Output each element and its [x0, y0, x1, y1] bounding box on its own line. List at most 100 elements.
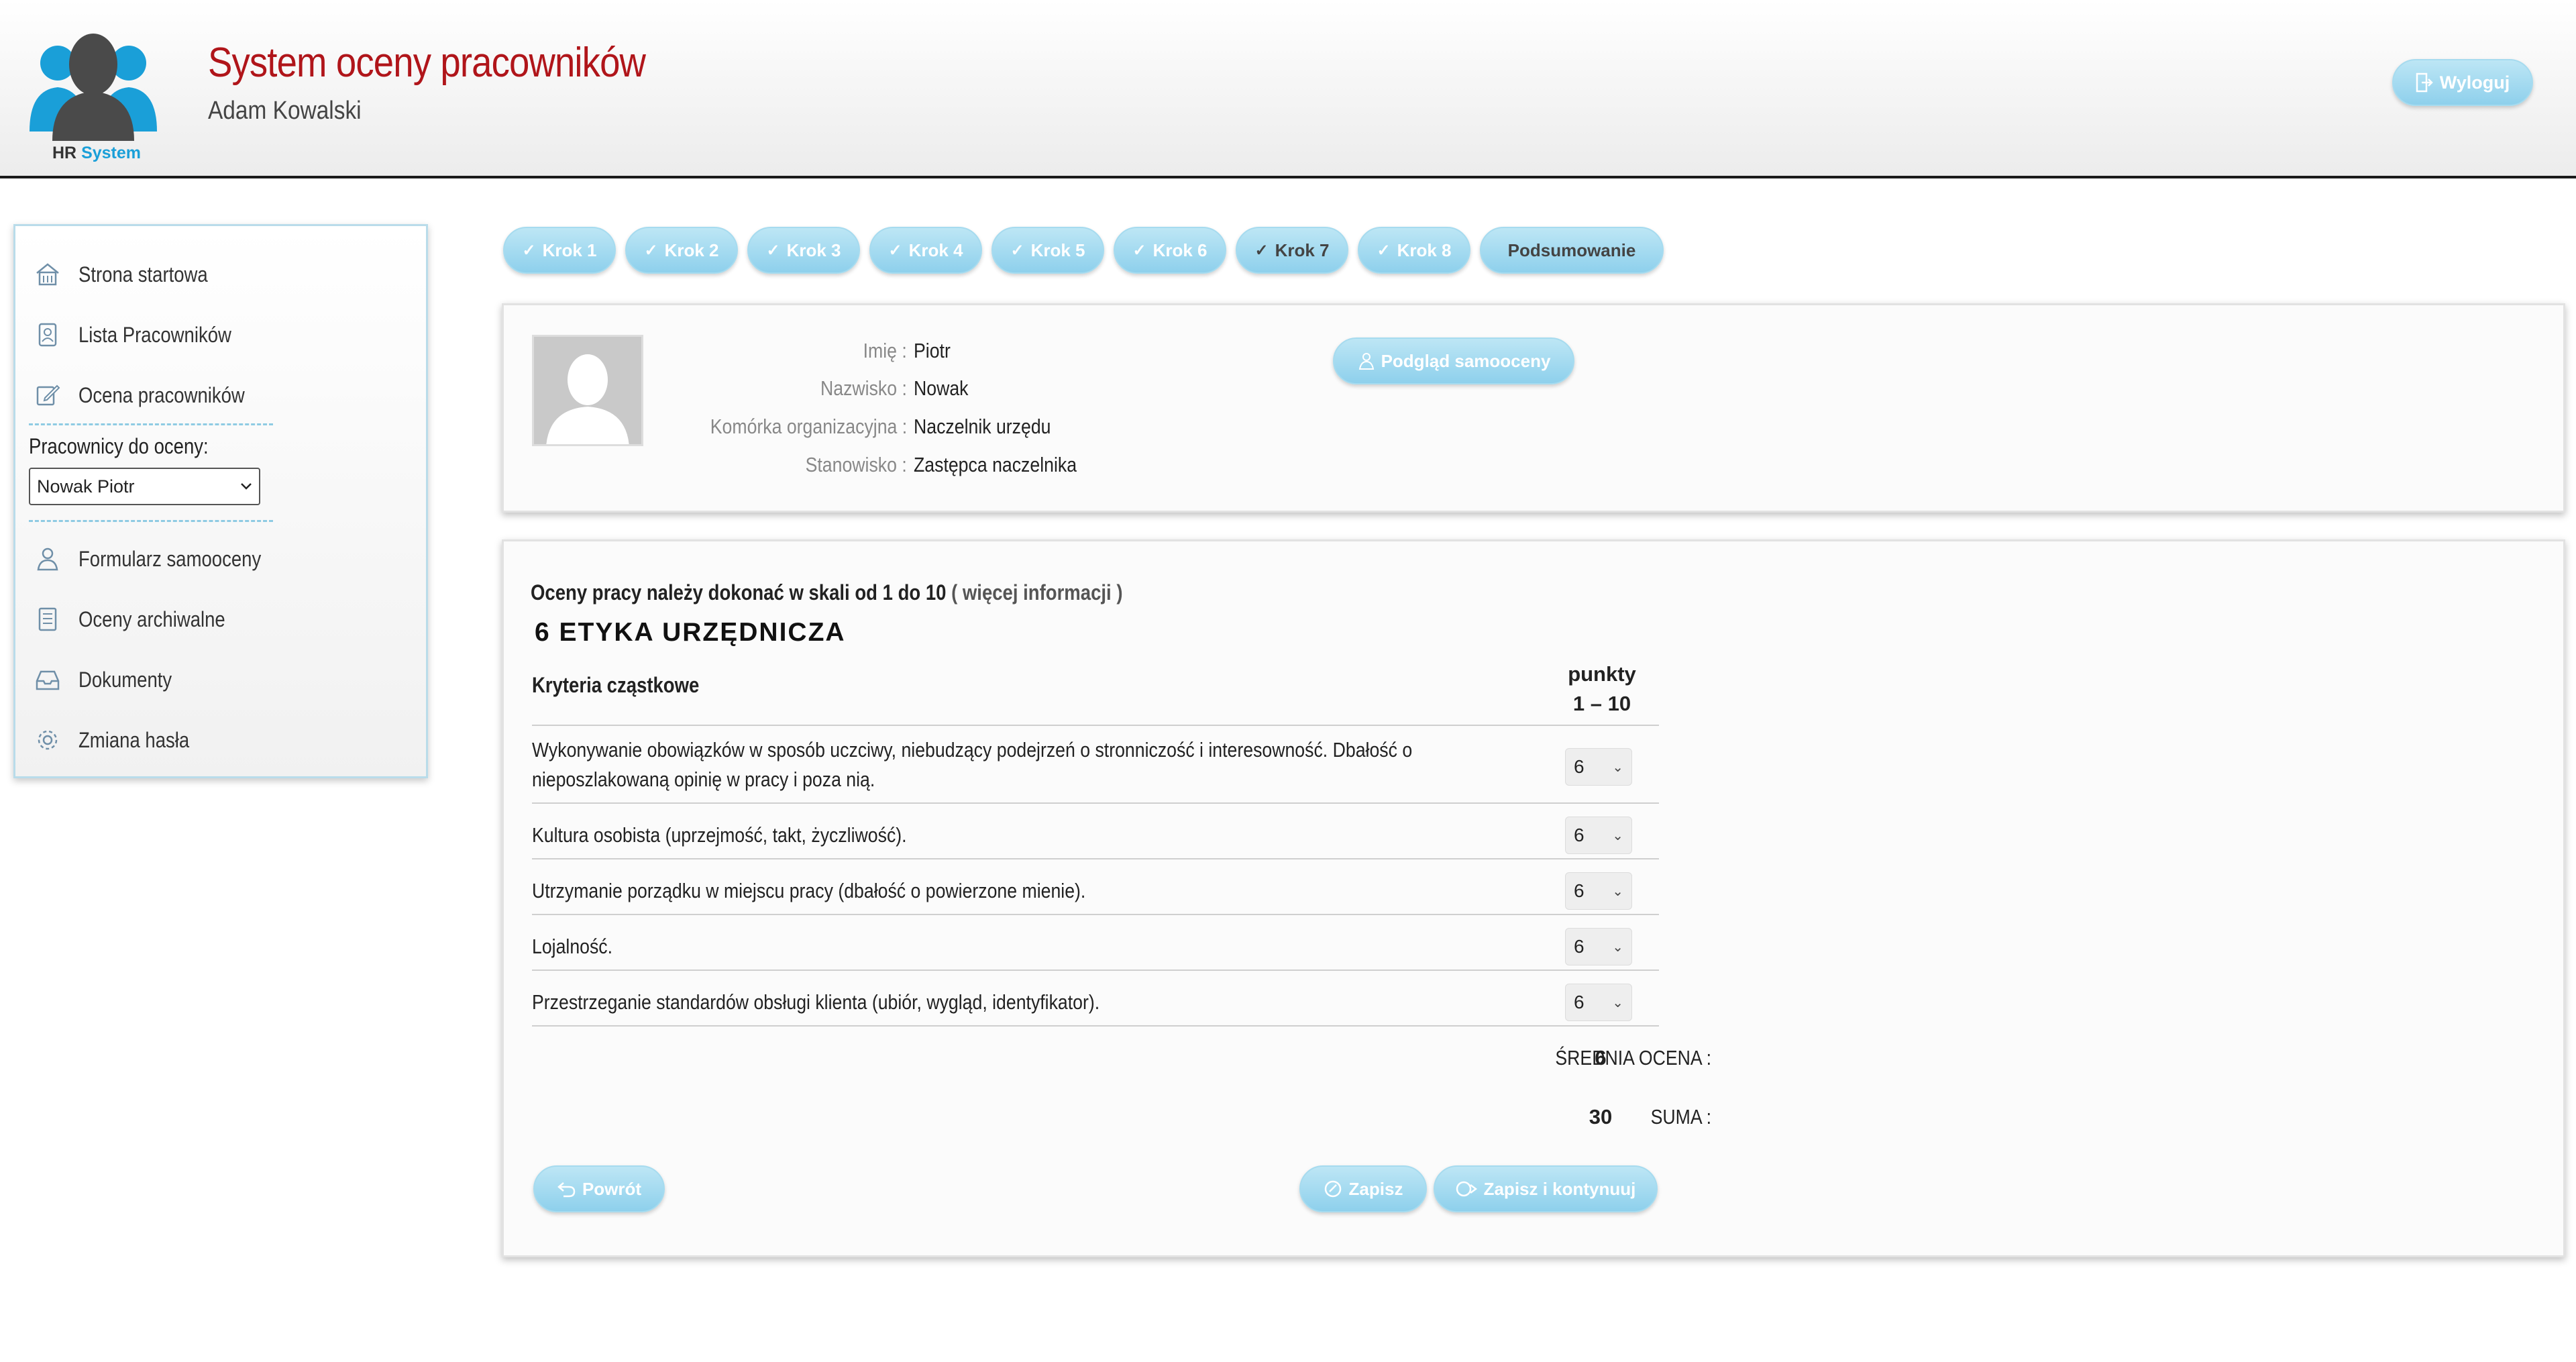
- step-label: Krok 6: [1152, 240, 1208, 260]
- department-label: Komórka organizacyjna :: [710, 415, 907, 438]
- row-divider: [532, 970, 1568, 971]
- logged-user-name: Adam Kowalski: [208, 97, 362, 125]
- employees-to-evaluate-label: Pracownicy do oceny:: [29, 434, 209, 458]
- person-icon: [37, 547, 58, 571]
- check-icon: ✓: [1377, 241, 1391, 260]
- check-icon: ✓: [1132, 241, 1146, 260]
- criterion-text: Kultura osobista (uprzejmość, takt, życz…: [532, 823, 907, 847]
- row-divider: [1544, 725, 1659, 726]
- avatar-silhouette-icon: [546, 354, 629, 444]
- score-select[interactable]: 6 ⌄: [1565, 872, 1632, 910]
- save-icon: [1324, 1180, 1341, 1198]
- score-value: 6: [1574, 756, 1585, 777]
- self-assessment-preview-button[interactable]: Podgląd samooceny: [1333, 337, 1574, 384]
- sidebar-item-label: Zmiana hasła: [78, 727, 190, 752]
- chevron-down-icon: ⌄: [1612, 939, 1623, 955]
- exit-icon: [2416, 72, 2433, 93]
- undo-icon: [557, 1182, 576, 1198]
- last-name-value: Nowak: [914, 376, 969, 400]
- divider: [29, 423, 273, 425]
- check-icon: ✓: [644, 241, 658, 260]
- last-name-label: Nazwisko :: [820, 376, 907, 400]
- score-value: 6: [1574, 880, 1585, 901]
- row-divider: [532, 1025, 1568, 1027]
- logout-label: Wyloguj: [2439, 72, 2510, 93]
- row-divider: [532, 914, 1568, 915]
- more-info-link[interactable]: ( więcej informacji ): [951, 580, 1122, 605]
- step-6-button[interactable]: ✓ Krok 6: [1114, 227, 1226, 274]
- scale-note-text: Oceny pracy należy dokonać w skali od 1 …: [531, 580, 947, 605]
- criterion-text: Lojalność.: [532, 935, 613, 958]
- employee-info-panel: Imię : Piotr Nazwisko : Nowak Komórka or…: [502, 303, 2565, 513]
- sidebar-item-label: Strona startowa: [78, 262, 208, 286]
- evaluation-panel: Oceny pracy należy dokonać w skali od 1 …: [502, 539, 2565, 1257]
- sidebar-item-archive[interactable]: Oceny archiwalne: [34, 599, 249, 639]
- save-continue-icon: [1456, 1181, 1477, 1197]
- score-value: 6: [1574, 825, 1585, 845]
- row-divider: [1544, 802, 1659, 804]
- step-label: Krok 3: [786, 240, 841, 260]
- sidebar-item-evaluation[interactable]: Ocena pracowników: [34, 375, 272, 415]
- back-label: Powrót: [582, 1178, 642, 1199]
- logo-people-icon: [30, 34, 157, 141]
- archive-icon: [38, 607, 57, 631]
- chevron-down-icon: ⌄: [1612, 828, 1623, 843]
- points-header-line1: punkty: [1568, 662, 1636, 686]
- preview-label: Podgląd samooceny: [1381, 350, 1551, 371]
- employee-select[interactable]: Nowak Piotr: [29, 468, 260, 505]
- sidebar-item-documents[interactable]: Dokumenty: [34, 660, 187, 700]
- summary-step-button[interactable]: Podsumowanie: [1480, 227, 1664, 274]
- step-label: Krok 4: [908, 240, 963, 260]
- step-3-button[interactable]: ✓ Krok 3: [747, 227, 860, 274]
- average-score-value: 6: [1595, 1046, 1607, 1069]
- points-column-header: punkty 1 – 10: [1545, 660, 1659, 719]
- back-button[interactable]: Powrót: [533, 1165, 665, 1212]
- score-select[interactable]: 6 ⌄: [1565, 817, 1632, 854]
- logout-button[interactable]: Wyloguj: [2392, 59, 2533, 106]
- score-select[interactable]: 6 ⌄: [1565, 984, 1632, 1021]
- logo-text-system: System: [81, 144, 142, 162]
- app-title: System oceny pracowników: [208, 40, 646, 86]
- divider: [29, 520, 273, 522]
- save-and-continue-button[interactable]: Zapisz i kontynuuj: [1434, 1165, 1658, 1212]
- step-5-button[interactable]: ✓ Krok 5: [991, 227, 1104, 274]
- step-label: Krok 8: [1397, 240, 1452, 260]
- step-7-button-active[interactable]: ✓ Krok 7: [1236, 227, 1348, 274]
- scale-note: Oceny pracy należy dokonać w skali od 1 …: [531, 580, 1122, 605]
- first-name-value: Piotr: [914, 339, 951, 362]
- sidebar-item-self-assessment[interactable]: Formularz samooceny: [34, 539, 291, 579]
- sidebar-item-home[interactable]: Strona startowa: [34, 254, 229, 295]
- step-8-button[interactable]: ✓ Krok 8: [1358, 227, 1470, 274]
- sidebar-item-label: Lista Pracowników: [78, 322, 231, 347]
- logo-text: HR System: [52, 144, 141, 163]
- points-header-line2: 1 – 10: [1572, 692, 1631, 715]
- score-select[interactable]: 6 ⌄: [1565, 748, 1632, 786]
- first-name-label: Imię :: [863, 339, 907, 362]
- sidebar-item-change-password[interactable]: Zmiana hasła: [34, 720, 207, 760]
- step-4-button[interactable]: ✓ Krok 4: [869, 227, 982, 274]
- logo-text-hr: HR: [52, 144, 77, 162]
- save-label: Zapisz: [1348, 1178, 1403, 1199]
- score-value: 6: [1574, 936, 1585, 957]
- score-select[interactable]: 6 ⌄: [1565, 928, 1632, 965]
- sidebar: Strona startowa Lista Pracowników Ocena …: [13, 224, 428, 778]
- sum-value: 30: [1589, 1105, 1613, 1129]
- sidebar-item-label: Ocena pracowników: [78, 382, 245, 407]
- score-value: 6: [1574, 992, 1585, 1012]
- position-label: Stanowisko :: [805, 453, 907, 476]
- chevron-down-icon: ⌄: [1612, 884, 1623, 899]
- chevron-down-icon: ⌄: [1612, 995, 1623, 1010]
- check-icon: ✓: [1010, 241, 1024, 260]
- step-1-button[interactable]: ✓ Krok 1: [503, 227, 616, 274]
- sum-label: SUMA :: [1650, 1105, 1711, 1129]
- save-button[interactable]: Zapisz: [1299, 1165, 1427, 1212]
- row-divider: [532, 858, 1568, 859]
- sidebar-item-employees-list[interactable]: Lista Pracowników: [34, 315, 256, 355]
- row-divider: [1544, 858, 1659, 859]
- department-value: Naczelnik urzędu: [914, 415, 1051, 438]
- sidebar-item-label: Formularz samooceny: [78, 546, 262, 571]
- step-2-button[interactable]: ✓ Krok 2: [625, 227, 738, 274]
- step-label: Krok 1: [542, 240, 597, 260]
- row-divider: [532, 725, 1568, 726]
- people-list-icon: [38, 323, 57, 347]
